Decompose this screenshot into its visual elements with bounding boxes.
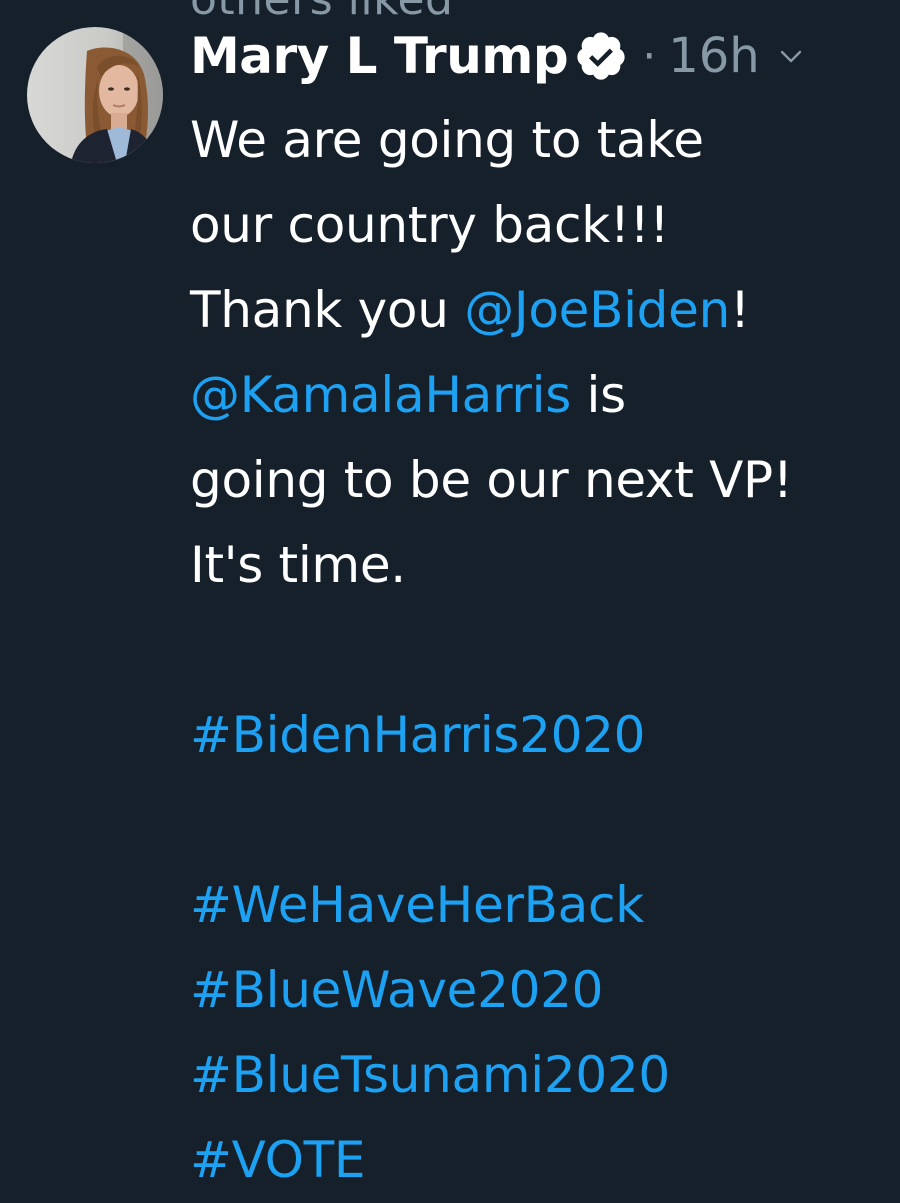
tweet-text: We are going to take our country back!!!… (190, 98, 890, 1203)
avatar-image (27, 27, 163, 163)
tweet-text-line: going to be our next VP! (190, 451, 793, 509)
tweet-header: Mary L Trump · 16h (190, 24, 806, 88)
avatar[interactable] (27, 27, 163, 163)
tweet-text-segment: is (570, 366, 627, 424)
hashtag-link-bluetsunami2020[interactable]: #BlueTsunami2020 (190, 1046, 670, 1104)
mention-link-joebiden[interactable]: @JoeBiden (464, 281, 730, 339)
mention-link-kamalaharris[interactable]: @KamalaHarris (190, 366, 571, 424)
social-context-header: others liked (190, 0, 454, 25)
separator-dot: · (642, 30, 657, 82)
tweet-text-line: We are going to take (190, 111, 704, 169)
hashtag-link-wehaveherback[interactable]: #WeHaveHerBack (190, 876, 644, 934)
tweet-text-line: Thank you @JoeBiden! (190, 268, 890, 353)
chevron-down-icon[interactable] (776, 41, 806, 71)
verified-badge-icon (574, 29, 628, 83)
tweet-timestamp[interactable]: 16h (668, 28, 760, 84)
tweet-text-line: @KamalaHarris is (190, 353, 890, 438)
hashtag-link-bidenharris2020[interactable]: #BidenHarris2020 (190, 706, 645, 764)
tweet-text-line: our country back!!! (190, 196, 670, 254)
hashtag-link-vote[interactable]: #VOTE (190, 1131, 366, 1189)
tweet-text-line: It's time. (190, 536, 406, 594)
tweet-text-segment: ! (729, 281, 750, 339)
author-display-name[interactable]: Mary L Trump (190, 27, 569, 85)
tweet-text-segment: Thank you (190, 281, 465, 339)
hashtag-link-bluewave2020[interactable]: #BlueWave2020 (190, 961, 603, 1019)
